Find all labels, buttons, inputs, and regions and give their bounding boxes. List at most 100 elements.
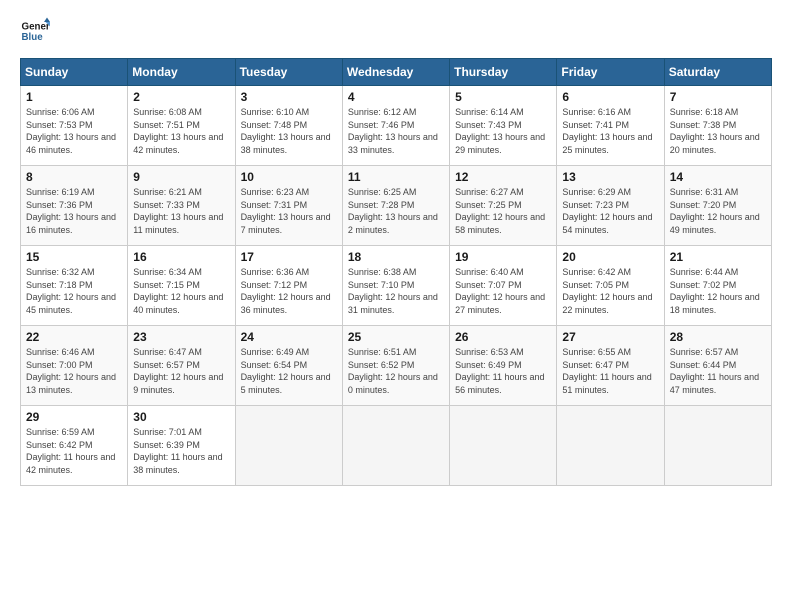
day-info: Sunrise: 6:25 AMSunset: 7:28 PMDaylight:… (348, 187, 438, 235)
day-info: Sunrise: 6:19 AMSunset: 7:36 PMDaylight:… (26, 187, 116, 235)
week-row-5: 29 Sunrise: 6:59 AMSunset: 6:42 PMDaylig… (21, 406, 772, 486)
day-number: 7 (670, 90, 766, 104)
day-info: Sunrise: 6:55 AMSunset: 6:47 PMDaylight:… (562, 347, 651, 395)
weekday-header-sunday: Sunday (21, 59, 128, 86)
weekday-header-thursday: Thursday (450, 59, 557, 86)
day-number: 19 (455, 250, 551, 264)
day-number: 14 (670, 170, 766, 184)
day-cell: 26 Sunrise: 6:53 AMSunset: 6:49 PMDaylig… (450, 326, 557, 406)
day-number: 18 (348, 250, 444, 264)
day-info: Sunrise: 6:29 AMSunset: 7:23 PMDaylight:… (562, 187, 652, 235)
day-cell: 2 Sunrise: 6:08 AMSunset: 7:51 PMDayligh… (128, 86, 235, 166)
svg-text:General: General (22, 22, 51, 33)
day-info: Sunrise: 6:32 AMSunset: 7:18 PMDaylight:… (26, 267, 116, 315)
day-info: Sunrise: 6:08 AMSunset: 7:51 PMDaylight:… (133, 107, 223, 155)
weekday-header-friday: Friday (557, 59, 664, 86)
day-number: 20 (562, 250, 658, 264)
day-info: Sunrise: 6:23 AMSunset: 7:31 PMDaylight:… (241, 187, 331, 235)
day-number: 6 (562, 90, 658, 104)
day-number: 29 (26, 410, 122, 424)
day-cell (557, 406, 664, 486)
day-cell: 13 Sunrise: 6:29 AMSunset: 7:23 PMDaylig… (557, 166, 664, 246)
day-cell: 22 Sunrise: 6:46 AMSunset: 7:00 PMDaylig… (21, 326, 128, 406)
day-info: Sunrise: 6:42 AMSunset: 7:05 PMDaylight:… (562, 267, 652, 315)
day-number: 30 (133, 410, 229, 424)
day-number: 15 (26, 250, 122, 264)
day-info: Sunrise: 6:34 AMSunset: 7:15 PMDaylight:… (133, 267, 223, 315)
day-cell: 3 Sunrise: 6:10 AMSunset: 7:48 PMDayligh… (235, 86, 342, 166)
weekday-header-saturday: Saturday (664, 59, 771, 86)
calendar-table: SundayMondayTuesdayWednesdayThursdayFrid… (20, 58, 772, 486)
day-info: Sunrise: 6:31 AMSunset: 7:20 PMDaylight:… (670, 187, 760, 235)
day-cell (342, 406, 449, 486)
day-info: Sunrise: 6:06 AMSunset: 7:53 PMDaylight:… (26, 107, 116, 155)
day-number: 4 (348, 90, 444, 104)
day-cell: 7 Sunrise: 6:18 AMSunset: 7:38 PMDayligh… (664, 86, 771, 166)
weekday-header-tuesday: Tuesday (235, 59, 342, 86)
day-info: Sunrise: 6:53 AMSunset: 6:49 PMDaylight:… (455, 347, 544, 395)
day-info: Sunrise: 6:51 AMSunset: 6:52 PMDaylight:… (348, 347, 438, 395)
day-number: 12 (455, 170, 551, 184)
day-cell: 28 Sunrise: 6:57 AMSunset: 6:44 PMDaylig… (664, 326, 771, 406)
day-info: Sunrise: 6:46 AMSunset: 7:00 PMDaylight:… (26, 347, 116, 395)
day-info: Sunrise: 6:47 AMSunset: 6:57 PMDaylight:… (133, 347, 223, 395)
day-cell: 16 Sunrise: 6:34 AMSunset: 7:15 PMDaylig… (128, 246, 235, 326)
week-row-2: 8 Sunrise: 6:19 AMSunset: 7:36 PMDayligh… (21, 166, 772, 246)
day-number: 21 (670, 250, 766, 264)
day-info: Sunrise: 6:27 AMSunset: 7:25 PMDaylight:… (455, 187, 545, 235)
svg-text:Blue: Blue (22, 32, 44, 43)
day-info: Sunrise: 6:57 AMSunset: 6:44 PMDaylight:… (670, 347, 759, 395)
day-cell: 25 Sunrise: 6:51 AMSunset: 6:52 PMDaylig… (342, 326, 449, 406)
day-number: 17 (241, 250, 337, 264)
day-cell: 14 Sunrise: 6:31 AMSunset: 7:20 PMDaylig… (664, 166, 771, 246)
day-number: 27 (562, 330, 658, 344)
week-row-4: 22 Sunrise: 6:46 AMSunset: 7:00 PMDaylig… (21, 326, 772, 406)
day-info: Sunrise: 6:44 AMSunset: 7:02 PMDaylight:… (670, 267, 760, 315)
day-info: Sunrise: 6:49 AMSunset: 6:54 PMDaylight:… (241, 347, 331, 395)
day-cell: 30 Sunrise: 7:01 AMSunset: 6:39 PMDaylig… (128, 406, 235, 486)
day-cell: 24 Sunrise: 6:49 AMSunset: 6:54 PMDaylig… (235, 326, 342, 406)
weekday-header-wednesday: Wednesday (342, 59, 449, 86)
day-info: Sunrise: 7:01 AMSunset: 6:39 PMDaylight:… (133, 427, 222, 475)
day-cell: 23 Sunrise: 6:47 AMSunset: 6:57 PMDaylig… (128, 326, 235, 406)
day-cell: 5 Sunrise: 6:14 AMSunset: 7:43 PMDayligh… (450, 86, 557, 166)
day-info: Sunrise: 6:40 AMSunset: 7:07 PMDaylight:… (455, 267, 545, 315)
day-number: 25 (348, 330, 444, 344)
weekday-header-monday: Monday (128, 59, 235, 86)
day-info: Sunrise: 6:10 AMSunset: 7:48 PMDaylight:… (241, 107, 331, 155)
day-cell: 27 Sunrise: 6:55 AMSunset: 6:47 PMDaylig… (557, 326, 664, 406)
day-number: 10 (241, 170, 337, 184)
day-cell: 9 Sunrise: 6:21 AMSunset: 7:33 PMDayligh… (128, 166, 235, 246)
day-cell: 6 Sunrise: 6:16 AMSunset: 7:41 PMDayligh… (557, 86, 664, 166)
day-cell: 20 Sunrise: 6:42 AMSunset: 7:05 PMDaylig… (557, 246, 664, 326)
calendar-page: General Blue SundayMondayTuesdayWednesda… (0, 0, 792, 612)
logo: General Blue (20, 16, 50, 46)
day-number: 24 (241, 330, 337, 344)
day-number: 8 (26, 170, 122, 184)
day-number: 5 (455, 90, 551, 104)
day-cell: 15 Sunrise: 6:32 AMSunset: 7:18 PMDaylig… (21, 246, 128, 326)
day-info: Sunrise: 6:16 AMSunset: 7:41 PMDaylight:… (562, 107, 652, 155)
day-cell (664, 406, 771, 486)
day-info: Sunrise: 6:18 AMSunset: 7:38 PMDaylight:… (670, 107, 760, 155)
week-row-3: 15 Sunrise: 6:32 AMSunset: 7:18 PMDaylig… (21, 246, 772, 326)
day-cell: 1 Sunrise: 6:06 AMSunset: 7:53 PMDayligh… (21, 86, 128, 166)
day-info: Sunrise: 6:14 AMSunset: 7:43 PMDaylight:… (455, 107, 545, 155)
header: General Blue (20, 16, 772, 46)
day-cell: 11 Sunrise: 6:25 AMSunset: 7:28 PMDaylig… (342, 166, 449, 246)
day-cell: 18 Sunrise: 6:38 AMSunset: 7:10 PMDaylig… (342, 246, 449, 326)
day-number: 28 (670, 330, 766, 344)
day-number: 23 (133, 330, 229, 344)
day-cell: 12 Sunrise: 6:27 AMSunset: 7:25 PMDaylig… (450, 166, 557, 246)
day-cell: 29 Sunrise: 6:59 AMSunset: 6:42 PMDaylig… (21, 406, 128, 486)
day-number: 26 (455, 330, 551, 344)
day-number: 3 (241, 90, 337, 104)
week-row-1: 1 Sunrise: 6:06 AMSunset: 7:53 PMDayligh… (21, 86, 772, 166)
day-number: 11 (348, 170, 444, 184)
day-number: 2 (133, 90, 229, 104)
day-cell: 17 Sunrise: 6:36 AMSunset: 7:12 PMDaylig… (235, 246, 342, 326)
day-info: Sunrise: 6:21 AMSunset: 7:33 PMDaylight:… (133, 187, 223, 235)
day-info: Sunrise: 6:36 AMSunset: 7:12 PMDaylight:… (241, 267, 331, 315)
day-cell: 19 Sunrise: 6:40 AMSunset: 7:07 PMDaylig… (450, 246, 557, 326)
day-number: 9 (133, 170, 229, 184)
